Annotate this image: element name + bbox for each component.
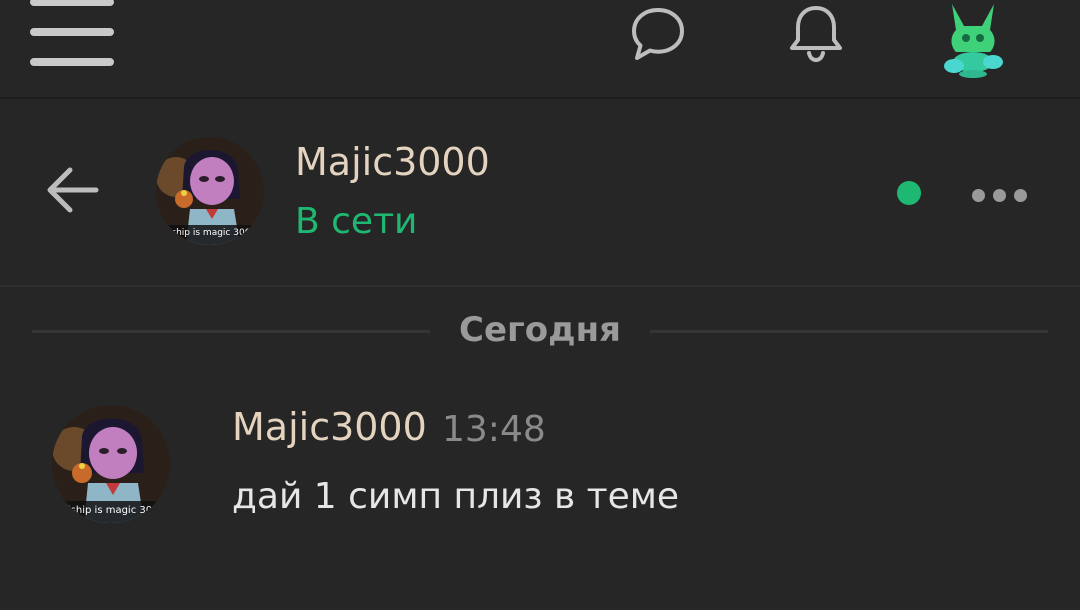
- divider-left: [32, 330, 430, 333]
- top-bar: [0, 0, 1080, 99]
- bell-icon[interactable]: [786, 2, 846, 64]
- more-dots-icon[interactable]: [968, 184, 1030, 206]
- message-text: дай 1 симп плиз в теме: [232, 476, 680, 517]
- arrow-left-icon[interactable]: [44, 161, 102, 219]
- message-timestamp: 13:48: [442, 409, 546, 450]
- user-avatar[interactable]: [938, 0, 1008, 78]
- chat-bubble-icon[interactable]: [628, 4, 688, 62]
- contact-name[interactable]: Majic3000: [295, 140, 490, 184]
- date-divider: Сегодня: [459, 310, 621, 350]
- message-avatar[interactable]: ndship is magic 3000: [52, 405, 170, 523]
- contact-status: В сети: [295, 201, 418, 242]
- message-author[interactable]: Majic3000: [232, 405, 427, 449]
- contact-avatar[interactable]: ndship is magic 3000: [156, 137, 264, 245]
- divider-right: [650, 330, 1048, 333]
- avatar-caption: ndship is magic 3000: [160, 228, 257, 238]
- avatar-caption: ndship is magic 3000: [58, 505, 165, 516]
- hamburger-menu-button[interactable]: [30, 0, 114, 68]
- online-indicator: [897, 181, 921, 205]
